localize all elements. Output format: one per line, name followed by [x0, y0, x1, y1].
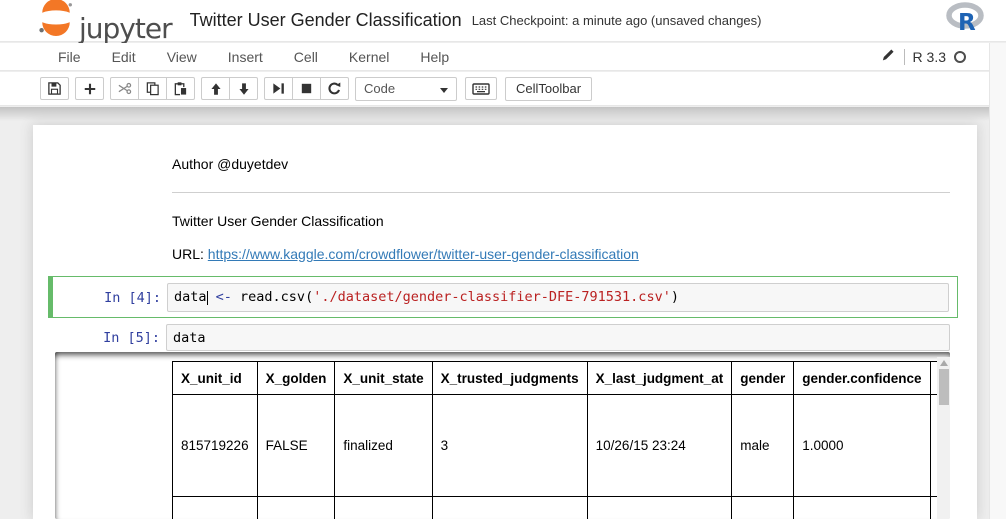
- scrollbar-thumb[interactable]: [939, 369, 949, 405]
- save-button[interactable]: [40, 77, 69, 100]
- copy-cell-button[interactable]: [138, 77, 167, 100]
- menubar: File Edit View Insert Cell Kernel Help R…: [0, 43, 1006, 71]
- pencil-icon: [881, 47, 896, 67]
- table-row: 815719226FALSEfinalized310/26/15 23:24ma…: [173, 395, 939, 497]
- move-cell-down-button[interactable]: [229, 77, 258, 100]
- menu-insert[interactable]: Insert: [217, 45, 274, 69]
- command-palette-button[interactable]: [465, 77, 497, 100]
- code-token-call: read.csv: [240, 289, 305, 305]
- restart-kernel-button[interactable]: [320, 77, 349, 100]
- code-cell-in4[interactable]: In [4]: data <- read.csv('./dataset/gend…: [48, 276, 958, 318]
- cell-type-select[interactable]: Code: [355, 77, 457, 101]
- menu-file[interactable]: File: [47, 45, 92, 69]
- input-prompt-in5: In [5]:: [48, 330, 160, 346]
- r-kernel-logo-icon: R: [946, 2, 984, 39]
- table-cell: [335, 497, 432, 519]
- code-input-in4[interactable]: data <- read.csv('./dataset/gender-class…: [167, 283, 949, 312]
- scroll-up-icon[interactable]: [940, 360, 948, 366]
- divider: [904, 49, 905, 65]
- column-header: X_golden: [257, 362, 335, 395]
- markdown-cell-title[interactable]: Twitter User Gender Classification: [172, 213, 384, 229]
- markdown-hr: [172, 192, 950, 193]
- jupyter-logo-icon: [38, 0, 74, 41]
- cell-type-value: Code: [364, 81, 395, 96]
- checkpoint-status: Last Checkpoint: a minute ago (unsaved c…: [472, 13, 762, 28]
- table-cell: 3: [432, 395, 587, 497]
- table-cell: [587, 497, 732, 519]
- url-label: URL:: [172, 246, 208, 262]
- code-token-paren-open: (: [305, 289, 313, 305]
- menu-cell[interactable]: Cell: [283, 45, 329, 69]
- code-token-paren-close: ): [671, 289, 679, 305]
- column-header: X_unit_id: [173, 362, 258, 395]
- menu-view[interactable]: View: [156, 45, 208, 69]
- notebook-container-area: Author @duyetdev Twitter User Gender Cla…: [0, 107, 1006, 519]
- column-header: X_last_judgment_at: [587, 362, 732, 395]
- markdown-cell-author[interactable]: Author @duyetdev: [172, 156, 288, 172]
- notebook-title[interactable]: Twitter User Gender Classification: [190, 10, 462, 31]
- table-cell: [432, 497, 587, 519]
- cut-cell-button[interactable]: [110, 77, 139, 100]
- kaggle-link[interactable]: https://www.kaggle.com/crowdflower/twitt…: [208, 246, 639, 262]
- celltoolbar-button[interactable]: CellToolbar: [505, 77, 592, 101]
- svg-text:R: R: [958, 10, 976, 34]
- menu-edit[interactable]: Edit: [101, 45, 147, 69]
- menu-kernel[interactable]: Kernel: [338, 45, 400, 69]
- page-scrollbar[interactable]: [989, 43, 1006, 519]
- run-cell-button[interactable]: [264, 77, 293, 100]
- kernel-name: R 3.3: [913, 49, 946, 65]
- interrupt-kernel-button[interactable]: [292, 77, 321, 100]
- dataframe-table-wrap: X_unit_idX_goldenX_unit_stateX_trusted_j…: [172, 361, 938, 519]
- table-cell: 1.0000: [794, 395, 930, 497]
- column-header: X_trusted_judgments: [432, 362, 587, 395]
- table-cell: [173, 497, 258, 519]
- markdown-cell-url[interactable]: URL: https://www.kaggle.com/crowdflower/…: [172, 246, 639, 262]
- table-cell: finalized: [335, 395, 432, 497]
- code-token-string: './dataset/gender-classifier-DFE-791531.…: [313, 289, 671, 305]
- table-cell: 10/26/15 23:24: [587, 395, 732, 497]
- table-row: [173, 497, 939, 519]
- notebook-header: jupyter Twitter User Gender Classificati…: [0, 0, 1006, 42]
- move-cell-up-button[interactable]: [201, 77, 230, 100]
- table-cell: male: [732, 395, 794, 497]
- kernel-idle-icon: [954, 51, 966, 63]
- jupyter-logo[interactable]: jupyter: [38, 0, 172, 41]
- chevron-down-icon: [440, 88, 448, 93]
- code-input-in5[interactable]: data: [166, 324, 950, 351]
- table-cell: [257, 497, 335, 519]
- table-cell: [732, 497, 794, 519]
- toolbar: Code CellToolbar: [0, 72, 1006, 106]
- input-prompt-in4: In [4]:: [49, 290, 161, 306]
- output-scroll-area[interactable]: X_unit_idX_goldenX_unit_stateX_trusted_j…: [55, 352, 950, 519]
- code-cell-in5[interactable]: In [5]: data: [48, 322, 958, 355]
- insert-cell-below-button[interactable]: [75, 77, 104, 100]
- menu-help[interactable]: Help: [409, 45, 460, 69]
- code-token-operator: <-: [208, 289, 241, 305]
- dataframe-table: X_unit_idX_goldenX_unit_stateX_trusted_j…: [172, 361, 938, 519]
- output-scrollbar[interactable]: [937, 357, 950, 519]
- column-header: gender: [732, 362, 794, 395]
- table-cell: [794, 497, 930, 519]
- code-token-var: data: [173, 330, 206, 346]
- column-header: gender.confidence: [794, 362, 930, 395]
- table-cell: FALSE: [257, 395, 335, 497]
- table-cell: 815719226: [173, 395, 258, 497]
- notebook: Author @duyetdev Twitter User Gender Cla…: [33, 125, 977, 519]
- code-token-var: data: [174, 289, 207, 305]
- jupyter-wordmark: jupyter: [79, 15, 172, 43]
- column-header: X_unit_state: [335, 362, 432, 395]
- paste-cell-button[interactable]: [166, 77, 195, 100]
